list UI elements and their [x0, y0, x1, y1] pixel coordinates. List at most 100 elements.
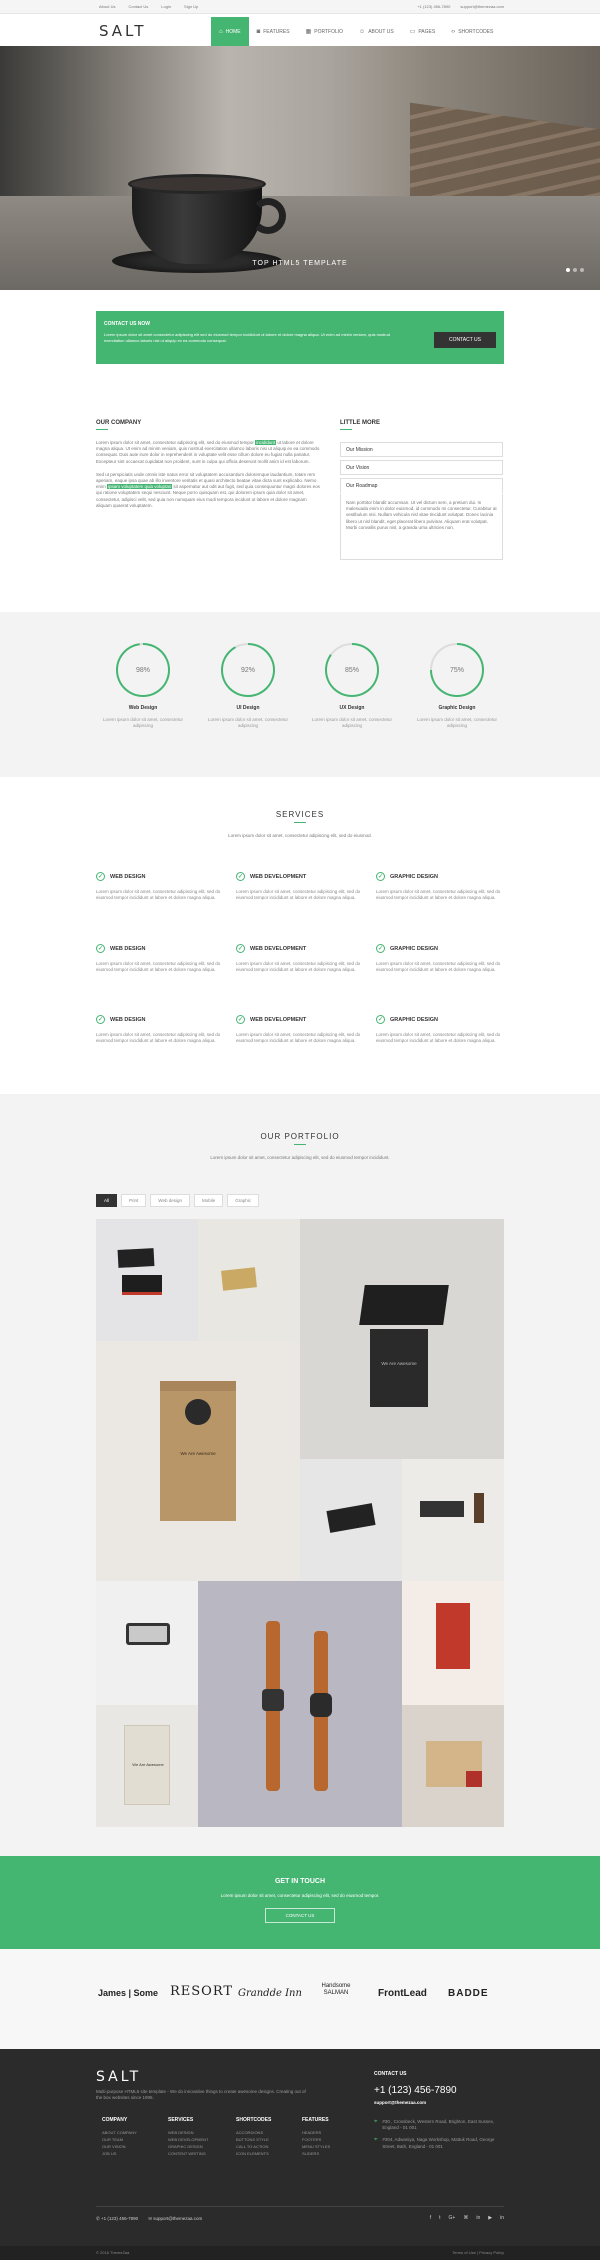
user-icon: ☺ [359, 28, 366, 35]
top-link-login[interactable]: Login [161, 4, 171, 9]
nav-shortcodes[interactable]: ‹› Shortcodes [443, 17, 501, 46]
dribbble-icon[interactable]: ⌘ [463, 2215, 468, 2221]
skill-graphic-design: 75% Graphic Design Lorem ipsum dolor sit… [407, 643, 507, 729]
client-logo-4[interactable]: Handsome SALMAN [312, 1983, 360, 1997]
nav-pages[interactable]: ▭ Pages [402, 17, 444, 46]
little-more-heading: Little More [340, 420, 380, 430]
nav-portfolio[interactable]: ▦ Portfolio [298, 17, 351, 46]
service-heading[interactable]: ✓ Web Development [236, 944, 364, 953]
portfolio-item-cards[interactable] [96, 1219, 198, 1341]
filter-graphic[interactable]: Graphic [227, 1194, 259, 1207]
footer-link[interactable]: Menu Styles [302, 2143, 330, 2150]
keyboard-image [420, 1501, 464, 1517]
portfolio-item-bag[interactable]: We Are Awesome [96, 1341, 300, 1581]
linkedin-icon[interactable]: in [476, 2215, 480, 2221]
filter-all[interactable]: All [96, 1194, 118, 1207]
facebook-icon[interactable]: f [430, 2215, 431, 2221]
service-heading[interactable]: ✓ Web Development [236, 872, 364, 881]
filter-web-design[interactable]: Web design [150, 1194, 190, 1207]
accordion-mission[interactable]: Our Mission [340, 442, 503, 457]
company-title: Our Company [96, 420, 142, 426]
footer-link[interactable]: Graphic Design [168, 2143, 208, 2150]
portfolio-item-ribbon[interactable] [300, 1459, 402, 1581]
instagram-icon[interactable]: in [500, 2215, 504, 2221]
footer-link[interactable]: Sliders [302, 2150, 330, 2157]
social-links: f t G+ ⌘ in ▶ in [430, 2215, 504, 2221]
service-heading[interactable]: ✓ Web Development [236, 1015, 364, 1024]
portfolio-item-desk[interactable] [402, 1459, 504, 1581]
client-logo-2[interactable]: RESORT [170, 1984, 233, 1999]
footer-link[interactable]: Accordions [236, 2129, 271, 2136]
client-logo-1[interactable]: James | Some [98, 1988, 158, 1998]
hero-caption: Top HTML5 Template [252, 260, 348, 267]
service-title: Web Design [110, 873, 146, 880]
filter-mobile[interactable]: Mobile [193, 1194, 224, 1207]
footer-logo[interactable]: SALT [96, 2069, 141, 2085]
nav-features-label: Features [263, 28, 290, 35]
footer-link[interactable]: Our Team [102, 2136, 137, 2143]
service-title: Web Development [250, 1016, 307, 1023]
nav-about[interactable]: ☺ About Us [351, 17, 402, 46]
footer-contact-email[interactable]: support@themezaa.com [374, 2100, 504, 2105]
slider-dot-3[interactable] [580, 268, 584, 272]
nav-home[interactable]: ⌂ Home [211, 17, 249, 46]
portfolio-item-gold-card[interactable] [198, 1219, 300, 1341]
footer-legal-links[interactable]: Terms of Use | Privacy Policy [452, 2250, 504, 2255]
footer-phone-strip-text: +1 (123) 456-7890 [101, 2216, 139, 2221]
top-link-contact[interactable]: Contact Us [128, 4, 148, 9]
footer-col-services: Services Web Design Web Development Grap… [168, 2117, 208, 2157]
portfolio-item-matchbox[interactable] [402, 1581, 504, 1705]
footer-email-strip[interactable]: ✉ support@themezaa.com [148, 2216, 202, 2222]
client-logo-6[interactable]: BADDE [448, 1988, 489, 1999]
footer-link[interactable]: Job Us [102, 2150, 137, 2157]
skill-name: UI Design [236, 705, 260, 711]
top-email[interactable]: support@themezaa.com [460, 4, 504, 9]
twitter-icon[interactable]: t [439, 2215, 440, 2221]
site-logo[interactable]: SALT [99, 22, 147, 40]
top-link-about[interactable]: About Us [99, 4, 115, 9]
footer-link[interactable]: Icon Elements [236, 2150, 271, 2157]
skill-desc: Lorem ipsum dolor sit amet, consectetur … [102, 717, 184, 728]
company-title-underline [96, 429, 108, 430]
portfolio-item-tote[interactable]: We Are Awesome [96, 1705, 198, 1827]
footer-link[interactable]: Footers [302, 2136, 330, 2143]
footer-link[interactable]: Web Development [168, 2136, 208, 2143]
slider-dot-1[interactable] [566, 268, 570, 272]
box-lid-image [359, 1285, 449, 1325]
footer-link[interactable]: Web Design [168, 2129, 208, 2136]
portfolio-item-box[interactable]: We Are Awesome [300, 1219, 504, 1459]
service-heading[interactable]: ✓ Graphic Design [376, 1015, 504, 1024]
portfolio-item-package[interactable] [402, 1705, 504, 1827]
accordion-roadmap[interactable]: Our Roadmap [340, 478, 503, 493]
top-link-signup[interactable]: Sign Up [184, 4, 198, 9]
site-footer: SALT Multi-purpose HTML5 site template -… [0, 2049, 600, 2260]
get-in-touch-button[interactable]: Contact us [265, 1908, 335, 1923]
footer-link[interactable]: Call To Action [236, 2143, 271, 2150]
service-heading[interactable]: ✓ Graphic Design [376, 944, 504, 953]
youtube-icon[interactable]: ▶ [488, 2215, 492, 2221]
footer-link[interactable]: Our Vision [102, 2143, 137, 2150]
hero-slider[interactable]: Top HTML5 Template [0, 46, 600, 290]
footer-link[interactable]: Buttons Style [236, 2136, 271, 2143]
portfolio-item-camera[interactable] [96, 1581, 198, 1705]
service-desc: Lorem ipsum dolor sit amet, consectetur … [96, 961, 221, 973]
footer-link[interactable]: Headers [302, 2129, 330, 2136]
service-heading[interactable]: ✓ Web Design [96, 1015, 224, 1024]
slider-dot-2[interactable] [573, 268, 577, 272]
client-logo-5[interactable]: FrontLead [378, 1988, 427, 1999]
get-in-touch-title: Get in touch [274, 1878, 326, 1885]
service-heading[interactable]: ✓ Web Design [96, 944, 224, 953]
filter-print[interactable]: Print [121, 1194, 147, 1207]
accordion-vision[interactable]: Our Vision [340, 460, 503, 475]
contact-callout: Contact us now Lorem ipsum dolor sit ame… [96, 311, 504, 364]
footer-contact-phone: +1 (123) 456-7890 [374, 2085, 457, 2096]
service-heading[interactable]: ✓ Graphic Design [376, 872, 504, 881]
footer-link[interactable]: Content Writing [168, 2150, 208, 2157]
service-heading[interactable]: ✓ Web Design [96, 872, 224, 881]
contact-us-button[interactable]: Contact us [434, 332, 496, 348]
google-plus-icon[interactable]: G+ [449, 2215, 456, 2221]
portfolio-item-watch[interactable] [198, 1581, 402, 1827]
footer-link[interactable]: About Company [102, 2129, 137, 2136]
nav-features[interactable]: ◙ Features [249, 17, 298, 46]
client-logo-3[interactable]: Grandde Inn [238, 1988, 302, 1999]
